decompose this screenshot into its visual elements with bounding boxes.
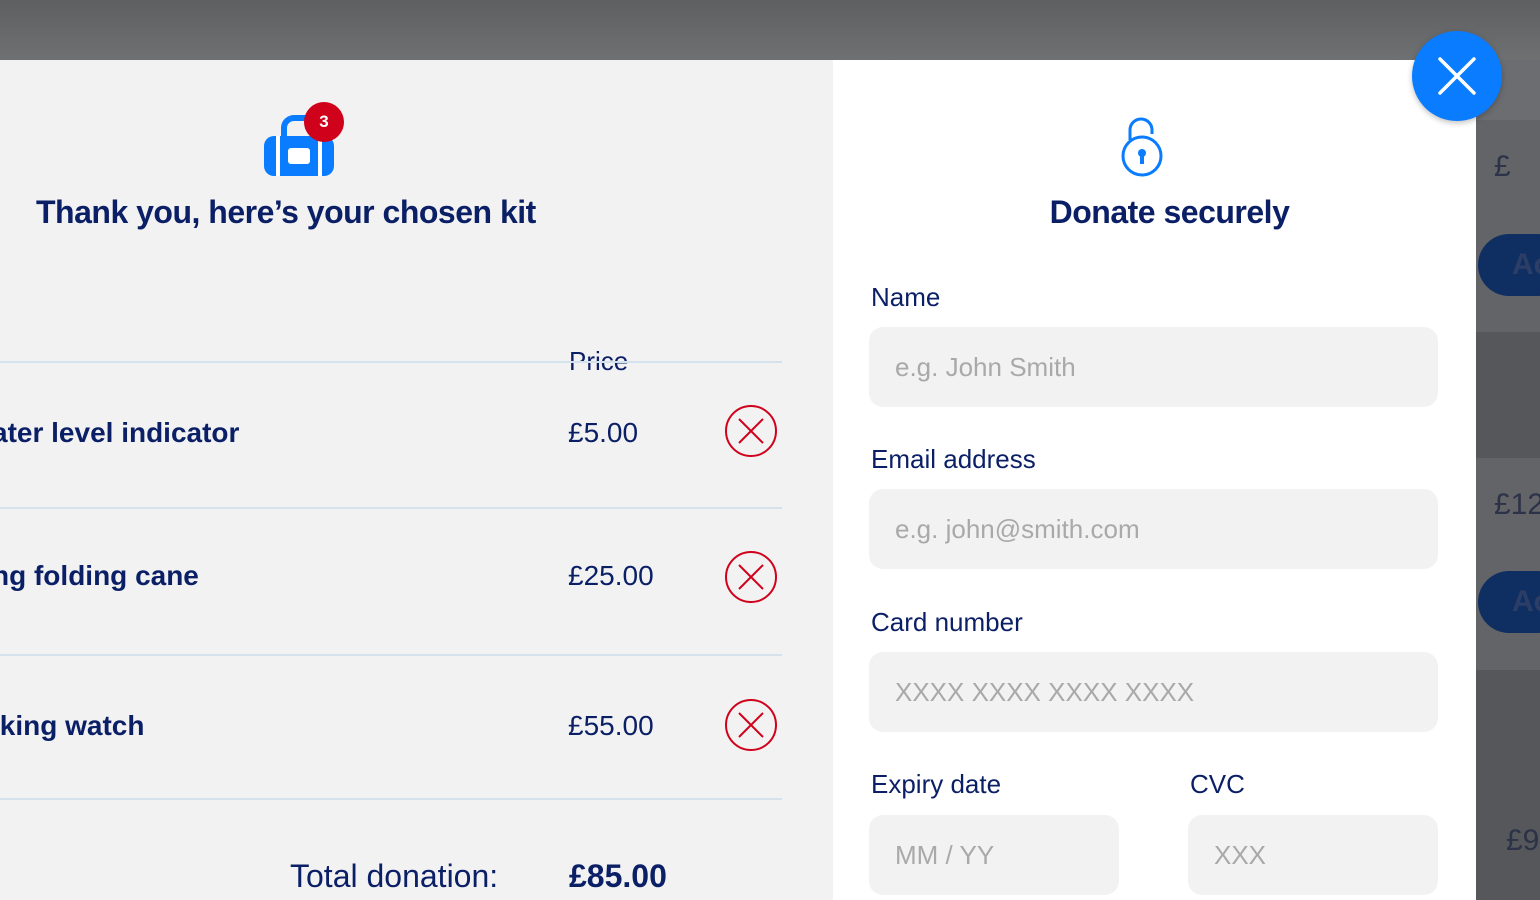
kit-item-name: ng folding cane — [0, 560, 199, 591]
remove-circle-icon — [725, 699, 777, 751]
email-input[interactable] — [869, 489, 1438, 569]
kit-bag: 3 — [262, 102, 346, 176]
close-modal-button[interactable] — [1412, 31, 1502, 121]
kit-title: Thank you, here’s your chosen kit — [36, 194, 536, 230]
divider — [0, 798, 782, 800]
donate-title: Donate securely — [1049, 194, 1290, 230]
kit-item-price: £5.00 — [568, 417, 639, 448]
remove-item-button[interactable] — [724, 550, 778, 604]
kit-item-price: £25.00 — [568, 560, 654, 591]
kit-item-name: lking watch — [0, 710, 145, 741]
remove-circle-icon — [725, 551, 777, 603]
card-number-label: Card number — [871, 607, 1023, 637]
remove-item-button[interactable] — [724, 404, 778, 458]
close-icon — [1438, 57, 1476, 95]
background-add-button: Ac — [1478, 571, 1540, 633]
kit-item-name: ater level indicator — [0, 417, 240, 448]
card-number-input[interactable] — [869, 652, 1438, 732]
divider — [0, 654, 782, 656]
remove-item-button[interactable] — [724, 698, 778, 752]
padlock-icon — [1121, 117, 1163, 177]
background-price: £ — [1494, 150, 1511, 183]
divider — [0, 507, 782, 509]
cvc-input[interactable] — [1188, 815, 1438, 895]
background-price: £9 — [1506, 824, 1540, 857]
expiry-date-label: Expiry date — [871, 769, 1002, 799]
expiry-date-input[interactable] — [869, 815, 1119, 895]
name-input[interactable] — [869, 327, 1438, 407]
background-price: £12 — [1494, 488, 1540, 521]
background-add-button: Ac — [1478, 234, 1540, 296]
background-header — [0, 0, 1540, 60]
name-label: Name — [871, 282, 941, 312]
donation-modal: 3 Thank you, here’s your chosen kit Pric… — [0, 60, 1476, 900]
email-label: Email address — [871, 444, 1036, 474]
remove-circle-icon — [725, 405, 777, 457]
total-donation-value: £85.00 — [569, 858, 667, 894]
divider — [0, 361, 782, 363]
donate-form-panel: Donate securely Name Email address Card … — [833, 60, 1476, 900]
kit-item-price: £55.00 — [568, 710, 654, 741]
total-donation-label: Total donation: — [290, 858, 499, 894]
cvc-label: CVC — [1190, 769, 1245, 799]
chosen-kit-panel: 3 Thank you, here’s your chosen kit Pric… — [0, 60, 833, 900]
kit-count-badge: 3 — [304, 102, 344, 142]
